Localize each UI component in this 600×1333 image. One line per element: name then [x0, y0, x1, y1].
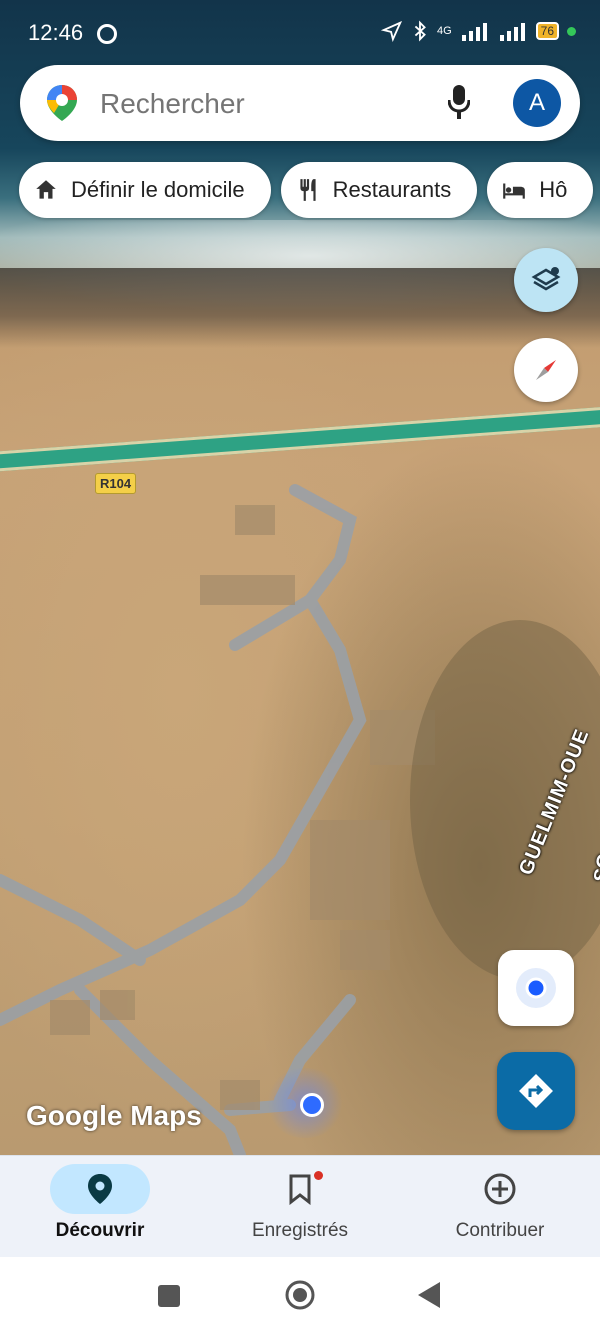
bottom-navigation: Découvrir Enregistrés Contribuer [0, 1155, 600, 1258]
clock: 12:46 [28, 20, 84, 45]
microphone-icon[interactable] [448, 85, 470, 119]
notification-badge [314, 1171, 323, 1180]
nav-label: Contribuer [455, 1220, 545, 1241]
signal-icon [461, 23, 487, 41]
my-location-button[interactable] [498, 950, 574, 1026]
directions-icon [519, 1074, 553, 1108]
system-navigation-bar [0, 1257, 600, 1333]
directions-button[interactable] [497, 1052, 575, 1130]
battery-icon: 76 [535, 22, 559, 40]
compass-button[interactable] [514, 338, 578, 402]
network-type: 4G [436, 25, 452, 37]
pin-icon [88, 1174, 112, 1204]
account-avatar[interactable]: A [513, 79, 561, 127]
hotel-icon [503, 183, 526, 199]
current-location-dot[interactable] [300, 1093, 324, 1117]
active-dot-icon [567, 26, 576, 36]
chip-restaurants[interactable]: Restaurants [280, 162, 478, 218]
category-chips: Définir le domicile Restaurants Hô [19, 162, 594, 218]
chip-home[interactable]: Définir le domicile [19, 162, 271, 218]
nav-contribute[interactable]: Contribuer [400, 1156, 600, 1258]
chip-label: Définir le domicile [71, 177, 245, 202]
google-maps-logo: Google Maps [26, 1100, 202, 1131]
chip-label: Hô [539, 177, 568, 202]
nav-discover[interactable]: Découvrir [0, 1156, 200, 1258]
search-bar[interactable]: A [20, 65, 580, 141]
restaurant-icon [300, 179, 316, 201]
nav-label: Enregistrés [251, 1220, 349, 1241]
bluetooth-icon [414, 20, 426, 42]
status-bar: 12:46 4G 76 [0, 0, 600, 66]
signal-2-icon [499, 23, 525, 41]
back-triangle-icon [418, 1282, 440, 1308]
google-maps-pin-icon [47, 85, 77, 121]
back-button[interactable] [418, 1282, 442, 1313]
bookmark-icon [289, 1174, 311, 1205]
nav-label: Découvrir [55, 1220, 145, 1241]
my-location-icon [516, 968, 556, 1008]
chip-hotels[interactable]: Hô [487, 162, 594, 218]
layers-button[interactable] [514, 248, 578, 312]
layers-icon [531, 267, 561, 291]
nav-saved[interactable]: Enregistrés [200, 1156, 400, 1258]
recent-apps-button[interactable] [158, 1285, 180, 1312]
notification-ring-icon [97, 24, 118, 45]
home-icon [36, 180, 56, 199]
chip-label: Restaurants [332, 177, 452, 202]
home-button[interactable] [284, 1279, 316, 1316]
square-icon [158, 1285, 180, 1307]
search-input[interactable] [98, 79, 422, 129]
add-circle-icon [484, 1173, 516, 1205]
circle-icon [285, 1280, 315, 1310]
road-label[interactable]: R104 [95, 473, 137, 494]
compass-icon [536, 360, 556, 380]
location-arrow-icon [380, 20, 403, 42]
